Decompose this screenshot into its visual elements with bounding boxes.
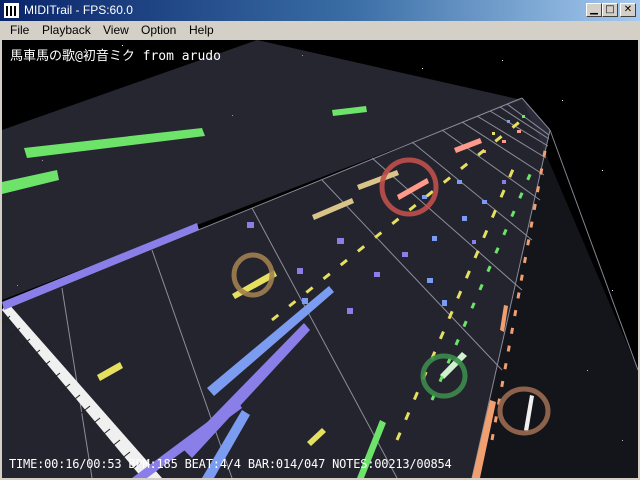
menu-file[interactable]: File	[10, 23, 29, 38]
miditrail-window: MIDITrail - FPS:60.0 ▁ □ ✕ File Playback…	[0, 0, 640, 480]
maximize-icon: □	[605, 4, 615, 15]
song-title: 馬車馬の歌@初音ミク from arudo	[10, 49, 221, 64]
minimize-button[interactable]: ▁	[586, 3, 602, 17]
render-viewport[interactable]: 馬車馬の歌@初音ミク from arudo TIME:00:16/00:53 B…	[2, 40, 638, 478]
close-icon: ✕	[623, 4, 633, 15]
keyboard-icon[interactable]	[4, 3, 19, 18]
window-title: MIDITrail - FPS:60.0	[24, 3, 133, 17]
minimize-icon: ▁	[590, 4, 598, 15]
menu-option[interactable]: Option	[141, 23, 176, 38]
menu-view[interactable]: View	[103, 23, 129, 38]
playback-status: TIME:00:16/00:53 BPM:185 BEAT:4/4 BAR:01…	[9, 457, 452, 471]
menu-playback[interactable]: Playback	[42, 23, 91, 38]
scene-canvas	[2, 40, 638, 478]
close-button[interactable]: ✕	[620, 3, 636, 17]
title-bar[interactable]: MIDITrail - FPS:60.0 ▁ □ ✕	[0, 0, 640, 21]
menu-help[interactable]: Help	[189, 23, 214, 38]
menu-bar: File Playback View Option Help	[0, 21, 640, 40]
maximize-button[interactable]: □	[602, 3, 618, 17]
